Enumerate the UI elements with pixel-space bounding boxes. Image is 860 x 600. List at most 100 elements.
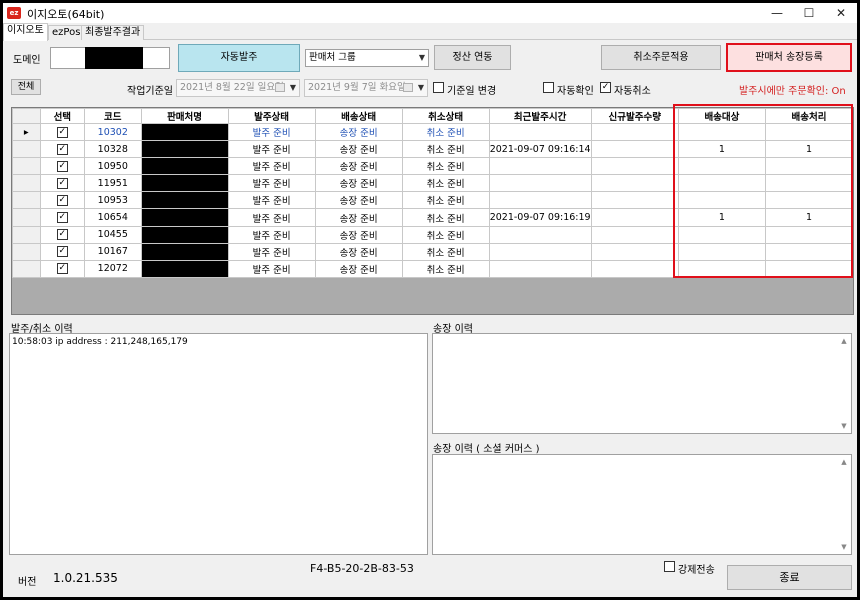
select-cell[interactable]: ✓ <box>39 140 86 159</box>
settlement-button[interactable]: 정산 연동 <box>434 45 511 70</box>
scroll-up-icon[interactable]: ▲ <box>838 456 850 468</box>
invoice-log[interactable]: ▲ ▼ <box>432 333 852 434</box>
vendor-group-select[interactable]: 판매처 그룹 ▼ <box>305 49 429 67</box>
domain-label: 도메인 <box>13 55 41 66</box>
vendor-name-cell <box>140 140 229 159</box>
row-selector[interactable] <box>12 140 41 159</box>
row-selector[interactable] <box>12 191 41 210</box>
select-cell[interactable]: ✓ <box>39 208 86 227</box>
row-selector[interactable] <box>12 157 41 176</box>
order-status-cell: 발주 준비 <box>227 140 316 159</box>
tab-final-order-result[interactable]: 최종발주결과 <box>81 25 145 40</box>
cancel-apply-button[interactable]: 취소주문적용 <box>601 45 721 70</box>
select-cell[interactable]: ✓ <box>39 122 86 142</box>
ship-status-cell: 송장 준비 <box>314 157 403 176</box>
code-cell: 10302 <box>84 122 142 142</box>
chevron-down-icon: ▼ <box>418 53 425 62</box>
base-date-change-checkbox[interactable] <box>433 82 444 93</box>
col-header[interactable]: 신규발주수량 <box>590 108 679 124</box>
order-status-cell: 발주 준비 <box>227 208 316 227</box>
highlight-box <box>673 104 853 278</box>
mac-address: F4-B5-20-2B-83-53 <box>310 562 414 575</box>
maximize-icon[interactable]: ☐ <box>793 3 825 23</box>
row-checkbox[interactable]: ✓ <box>56 143 68 155</box>
close-icon[interactable]: ✕ <box>825 3 857 23</box>
last-order-time-cell <box>488 174 592 193</box>
col-header[interactable]: 판매처명 <box>140 108 229 124</box>
row-selector[interactable] <box>12 174 41 193</box>
auto-cancel-label: 자동취소 <box>614 86 651 97</box>
col-header[interactable]: 최근발주시간 <box>488 108 592 124</box>
ship-status-cell: 송장 준비 <box>314 259 403 278</box>
date-to-picker[interactable]: 2021년 9월 7일 화요일 ▼ <box>304 79 428 97</box>
select-cell[interactable]: ✓ <box>39 225 86 244</box>
code-cell: 10953 <box>84 191 142 210</box>
new-order-qty-cell <box>590 122 679 142</box>
row-checkbox[interactable]: ✓ <box>56 160 68 172</box>
scroll-down-icon[interactable]: ▼ <box>838 541 850 553</box>
order-status-cell: 발주 준비 <box>227 225 316 244</box>
ship-status-cell: 송장 준비 <box>314 242 403 261</box>
invoice-social-log-title: 송장 이력 ( 소셜 커머스 ) <box>433 444 540 455</box>
col-header[interactable]: 코드 <box>84 108 142 124</box>
vendor-invoice-button[interactable]: 판매처 송장등록 <box>726 43 852 72</box>
row-selector[interactable] <box>12 242 41 261</box>
invoice-social-log[interactable]: ▲ ▼ <box>432 454 852 555</box>
row-selector[interactable] <box>12 225 41 244</box>
order-status-cell: 발주 준비 <box>227 174 316 193</box>
work-date-label: 작업기준일 <box>127 86 173 97</box>
row-selector[interactable] <box>12 259 41 278</box>
all-button[interactable]: 전체 <box>11 79 41 95</box>
force-send-label: 강제전송 <box>678 565 715 576</box>
last-order-time-cell <box>488 225 592 244</box>
code-cell: 10455 <box>84 225 142 244</box>
exit-button[interactable]: 종료 <box>727 565 852 590</box>
col-header[interactable]: 취소상태 <box>401 108 490 124</box>
code-cell: 10167 <box>84 242 142 261</box>
select-cell[interactable]: ✓ <box>39 157 86 176</box>
row-checkbox[interactable]: ✓ <box>56 212 68 224</box>
select-cell[interactable]: ✓ <box>39 174 86 193</box>
vendor-name-cell <box>140 191 229 210</box>
row-checkbox[interactable]: ✓ <box>56 194 68 206</box>
auto-order-button[interactable]: 자동발주 <box>178 44 300 72</box>
col-header[interactable]: 배송상태 <box>314 108 403 124</box>
row-checkbox[interactable]: ✓ <box>56 229 68 241</box>
select-cell[interactable]: ✓ <box>39 242 86 261</box>
auto-confirm-checkbox[interactable] <box>543 82 554 93</box>
window-title: 이지오토(64bit) <box>27 8 105 21</box>
app-window: ez 이지오토(64bit) — ☐ ✕ 이지오토 ezPos 최종발주결과 도… <box>3 3 857 597</box>
app-logo-icon: ez <box>7 7 21 19</box>
chevron-down-icon: ▼ <box>417 83 424 92</box>
row-checkbox[interactable]: ✓ <box>56 246 68 258</box>
row-selector[interactable] <box>12 208 41 227</box>
select-cell[interactable]: ✓ <box>39 259 86 278</box>
scroll-up-icon[interactable]: ▲ <box>838 335 850 347</box>
select-cell[interactable]: ✓ <box>39 191 86 210</box>
order-cancel-log[interactable]: 10:58:03 ip address : 211,248,165,179 <box>9 333 428 555</box>
tab-easyauto[interactable]: 이지오토 <box>3 23 48 41</box>
vendor-name-cell <box>140 157 229 176</box>
title-bar: ez 이지오토(64bit) — ☐ ✕ <box>3 3 857 23</box>
auto-cancel-checkbox[interactable]: ✓ <box>600 82 611 93</box>
tab-ezpos[interactable]: ezPos <box>48 25 85 40</box>
order-status-cell: 발주 준비 <box>227 259 316 278</box>
row-checkbox[interactable]: ✓ <box>56 263 68 275</box>
last-order-time-cell <box>488 242 592 261</box>
force-send-checkbox[interactable] <box>664 561 675 572</box>
scroll-down-icon[interactable]: ▼ <box>838 420 850 432</box>
minimize-icon[interactable]: — <box>761 3 793 23</box>
date-from-picker[interactable]: 2021년 8월 22일 일요일 ▼ <box>176 79 300 97</box>
cancel-status-cell: 취소 준비 <box>401 157 490 176</box>
new-order-qty-cell <box>590 259 679 278</box>
row-checkbox[interactable]: ✓ <box>56 126 68 138</box>
row-header-corner <box>12 108 41 124</box>
row-selector[interactable]: ▸ <box>12 122 41 142</box>
vendor-name-cell <box>140 242 229 261</box>
col-header[interactable]: 발주상태 <box>227 108 316 124</box>
cancel-status-cell: 취소 준비 <box>401 208 490 227</box>
row-checkbox[interactable]: ✓ <box>56 177 68 189</box>
col-header[interactable]: 선택 <box>39 108 86 124</box>
new-order-qty-cell <box>590 191 679 210</box>
version-label: 버전 <box>18 577 37 588</box>
